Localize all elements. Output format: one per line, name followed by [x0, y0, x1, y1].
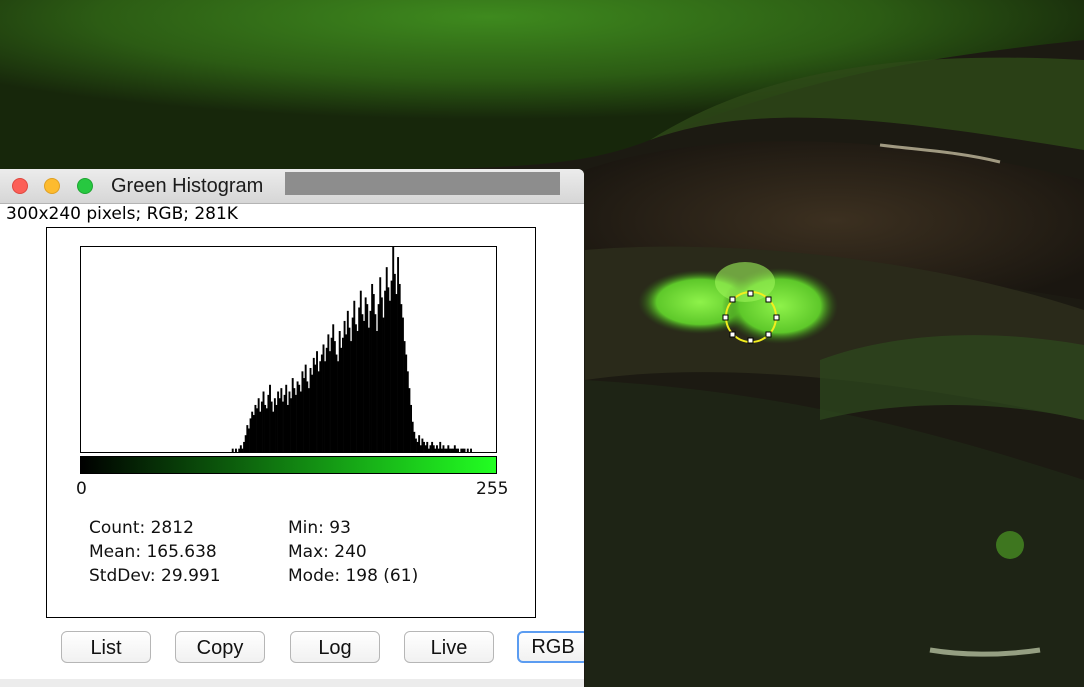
log-button[interactable]: Log — [290, 631, 380, 663]
close-window-button[interactable] — [12, 178, 28, 194]
histogram-bar — [231, 448, 234, 452]
window-bottom-edge — [0, 679, 584, 687]
stat-min: Min: 93 — [288, 518, 351, 538]
list-button[interactable]: List — [61, 631, 151, 663]
window-titlebar[interactable]: Green Histogram — [0, 169, 584, 204]
stat-stddev: StdDev: 29.991 — [89, 566, 221, 586]
histogram-bar — [463, 448, 466, 452]
minimize-window-button[interactable] — [44, 178, 60, 194]
stat-mean: Mean: 165.638 — [89, 542, 217, 562]
zoom-window-button[interactable] — [77, 178, 93, 194]
stat-mode: Mode: 198 (61) — [288, 566, 419, 586]
live-button[interactable]: Live — [404, 631, 494, 663]
window-title: Green Histogram — [111, 175, 264, 197]
title-redaction-bar — [285, 172, 560, 195]
stat-max: Max: 240 — [288, 542, 367, 562]
histogram-bar — [470, 448, 472, 452]
histogram-panel: 0 255 Count: 2812 Mean: 165.638 StdDev: … — [46, 227, 536, 618]
histogram-bar — [466, 448, 469, 452]
histogram-bar — [235, 448, 237, 452]
color-ramp-bar — [80, 456, 497, 474]
image-info-text: 300x240 pixels; RGB; 281K — [6, 204, 238, 224]
copy-button[interactable]: Copy — [175, 631, 265, 663]
rgb-button[interactable]: RGB — [517, 631, 584, 663]
stat-count: Count: 2812 — [89, 518, 194, 538]
axis-min-label: 0 — [76, 479, 87, 499]
axis-max-label: 255 — [476, 479, 508, 499]
histogram-window: Green Histogram 300x240 pixels; RGB; 281… — [0, 169, 584, 687]
histogram-bar — [457, 448, 460, 452]
